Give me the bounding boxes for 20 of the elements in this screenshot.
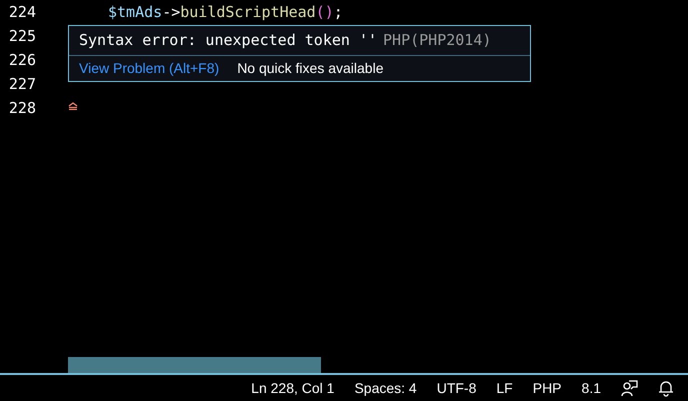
view-problem-link[interactable]: View Problem (Alt+F8) <box>79 58 220 79</box>
feedback-icon[interactable] <box>621 380 638 396</box>
line-number: 227 <box>8 74 36 95</box>
status-item[interactable]: Ln 228, Col 1 <box>251 378 334 398</box>
scrollbar-thumb[interactable] <box>68 357 321 373</box>
line-number: 225 <box>8 26 36 47</box>
line-number: 224 <box>8 2 36 23</box>
status-item[interactable]: UTF-8 <box>436 378 476 398</box>
quick-fix-note: No quick fixes available <box>237 59 384 78</box>
status-item[interactable]: PHP <box>532 378 562 398</box>
line-number: 226 <box>8 50 36 71</box>
status-item[interactable]: LF <box>496 378 513 398</box>
status-item[interactable]: Spaces: 4 <box>354 378 417 398</box>
error-message: Syntax error: unexpected token '' <box>79 30 378 52</box>
notification-bell-icon[interactable] <box>658 380 674 396</box>
warning-squiggle-icon <box>68 102 78 110</box>
status-item[interactable]: 8.1 <box>582 378 601 398</box>
line-number: 228 <box>8 98 36 119</box>
error-source: PHP(PHP2014) <box>383 30 492 52</box>
code-line: $tmAds->buildScriptHead(); <box>108 2 343 23</box>
